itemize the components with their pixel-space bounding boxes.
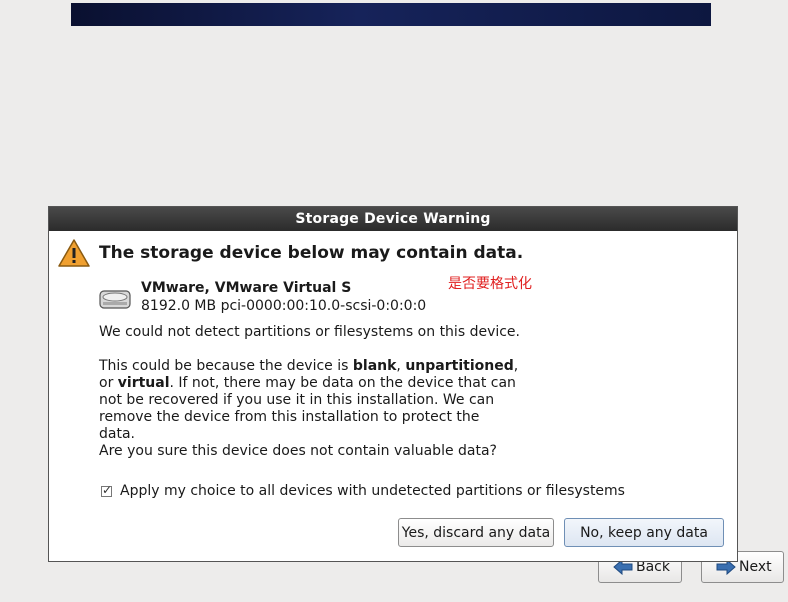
explanation-comma: , <box>396 358 406 374</box>
apply-all-label[interactable]: Apply my choice to all devices with unde… <box>120 483 625 499</box>
explanation-message: This could be because the device is blan… <box>99 358 519 443</box>
no-partitions-message: We could not detect partitions or filesy… <box>99 324 520 340</box>
keep-data-button[interactable]: No, keep any data <box>564 518 724 547</box>
discard-data-button[interactable]: Yes, discard any data <box>398 518 554 547</box>
installer-banner <box>71 3 711 26</box>
warning-icon <box>58 239 90 267</box>
next-label: Next <box>739 559 772 575</box>
explanation-virtual: virtual <box>117 375 170 391</box>
apply-all-checkbox[interactable]: ✓ <box>101 482 113 497</box>
explanation-or: or <box>99 375 118 391</box>
explanation-unpartitioned: unpartitioned <box>405 358 514 374</box>
checkmark-icon: ✓ <box>102 482 113 497</box>
explanation-text-1: This could be because the device is <box>99 358 353 374</box>
confirmation-question: Are you sure this device does not contai… <box>99 443 497 459</box>
apply-all-row[interactable]: ✓ Apply my choice to all devices with un… <box>101 483 625 499</box>
dialog-heading: The storage device below may contain dat… <box>99 243 524 263</box>
explanation-blank: blank <box>352 358 397 374</box>
device-name: VMware, VMware Virtual S <box>141 280 352 296</box>
device-info: 8192.0 MB pci-0000:00:10.0-scsi-0:0:0:0 <box>141 298 427 314</box>
storage-warning-dialog: Storage Device Warning The storage devic… <box>48 206 738 562</box>
annotation-text: 是否要格式化 <box>448 276 532 292</box>
dialog-title: Storage Device Warning <box>49 207 737 231</box>
hard-drive-icon <box>99 290 131 309</box>
explanation-text-2: , <box>513 358 519 374</box>
